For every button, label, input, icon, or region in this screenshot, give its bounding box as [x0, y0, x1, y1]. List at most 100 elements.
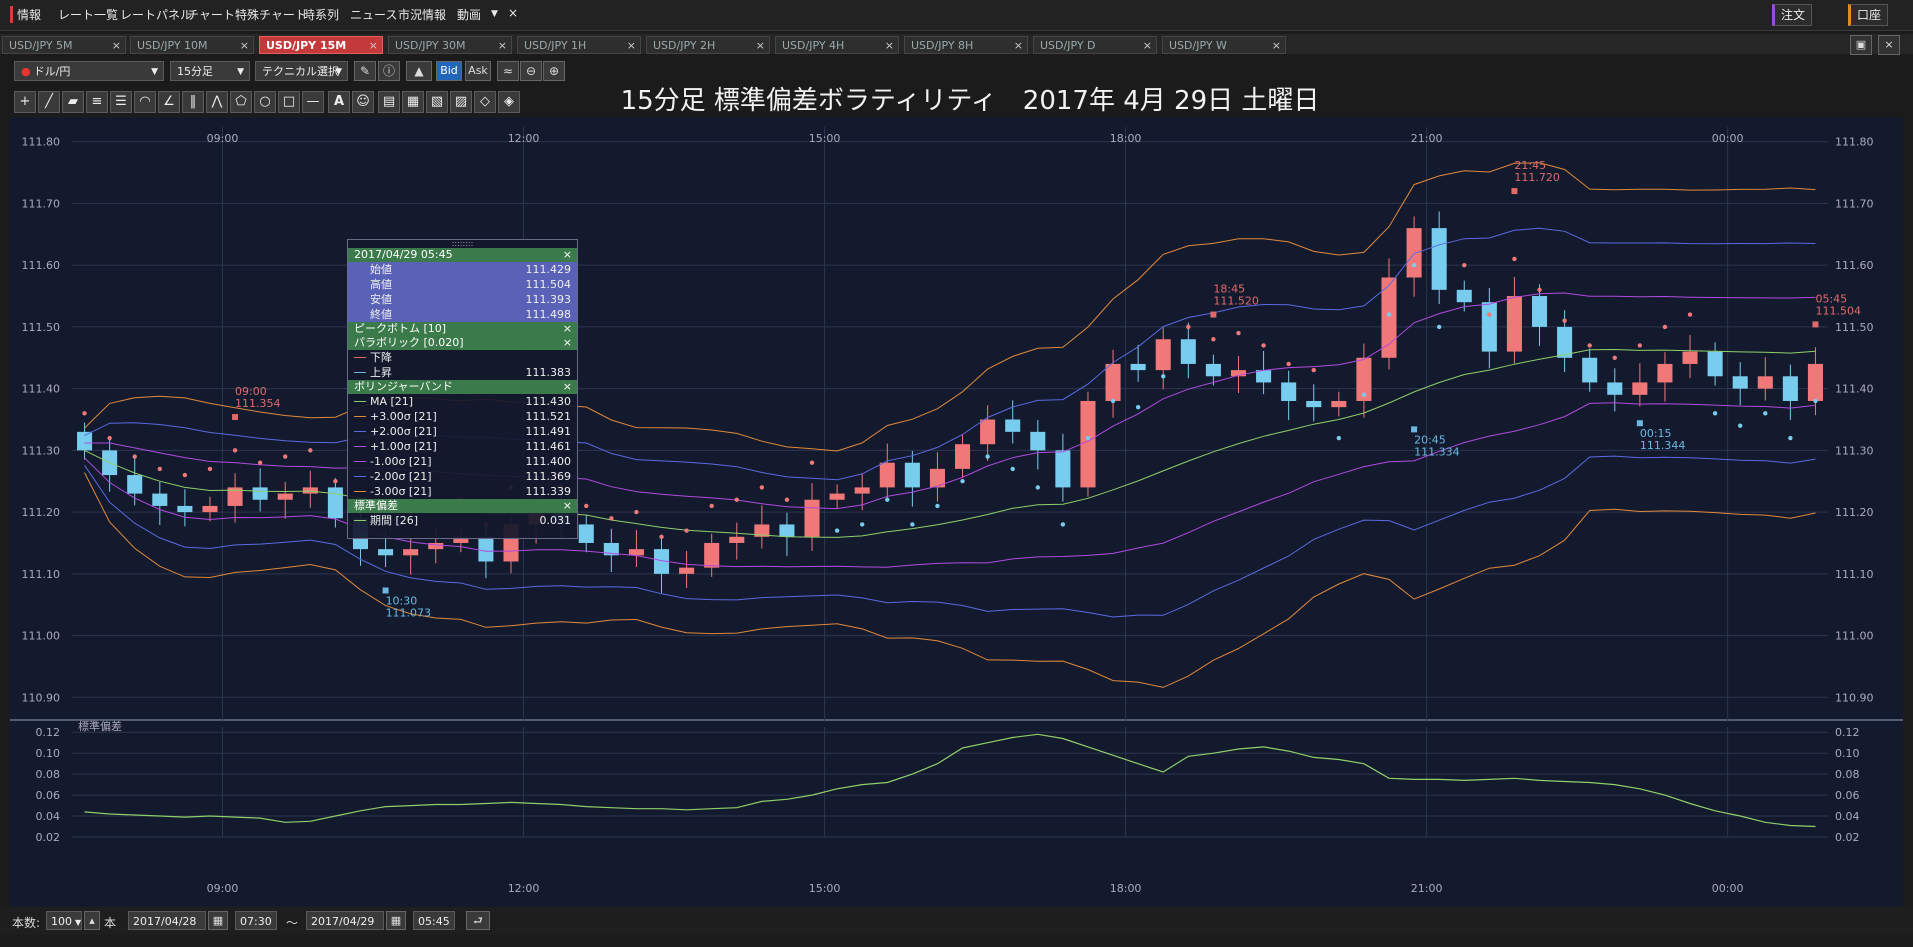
bid-button[interactable]: Bid	[436, 61, 462, 81]
menu-chart[interactable]: チャート	[187, 6, 235, 23]
chart-canvas[interactable]: 111.80 111.80 111.70 111.70 111.60 111.60 111.…	[10, 117, 1903, 907]
close-icon[interactable]: ×	[1272, 37, 1281, 55]
tab-30m[interactable]: USD/JPY 30M ×	[388, 36, 512, 54]
panel-grip-icon[interactable]: ::::::::	[348, 240, 577, 248]
tab-10m[interactable]: USD/JPY 10M ×	[130, 36, 254, 54]
band-ma	[84, 348, 1816, 538]
flag-icon: ●	[21, 65, 31, 78]
close-icon[interactable]: ×	[563, 499, 572, 513]
hline-icon[interactable]: —	[302, 91, 324, 113]
ask-button[interactable]: Ask	[465, 61, 491, 81]
psar-dot	[684, 528, 689, 533]
tab-d[interactable]: USD/JPY D ×	[1033, 36, 1157, 54]
menu-special-chart[interactable]: 特殊チャート	[235, 6, 307, 23]
tab-8h[interactable]: USD/JPY 8H ×	[904, 36, 1028, 54]
close-icon[interactable]: ×	[498, 37, 507, 55]
close-icon[interactable]: ×	[563, 336, 572, 350]
rectangle-icon[interactable]: □	[278, 91, 300, 113]
area-chart-icon[interactable]: ▲	[406, 61, 432, 81]
circle-icon[interactable]: ○	[254, 91, 276, 113]
menu-market-info[interactable]: 市況情報	[398, 6, 446, 23]
close-icon[interactable]: ×	[563, 248, 572, 262]
tab-5m[interactable]: USD/JPY 5M ×	[2, 36, 126, 54]
close-icon[interactable]: ×	[627, 37, 636, 55]
count-select[interactable]: 100 ▼	[46, 911, 82, 930]
indicator-info-panel[interactable]: :::::::: 2017/04/29 05:45 × 始値 111.429 高値 1…	[347, 239, 578, 539]
count-stepper-icon[interactable]: ▴	[84, 911, 100, 930]
delete-icon[interactable]: ▨	[450, 91, 472, 113]
calendar-icon[interactable]: ▦	[386, 911, 406, 930]
angle-icon[interactable]: ∠	[158, 91, 180, 113]
band-minus1	[84, 402, 1816, 568]
pentagon-icon[interactable]: ⬠	[230, 91, 252, 113]
info-icon[interactable]: ⓘ	[378, 61, 400, 81]
lines-icon[interactable]: ≡	[86, 91, 108, 113]
y-tick-label: 0.10	[36, 747, 61, 760]
to-date-field[interactable]: 2017/04/29	[306, 911, 384, 930]
crosshair-icon[interactable]: +	[14, 91, 36, 113]
close-icon[interactable]: ×	[563, 322, 572, 336]
copy-icon[interactable]: ▦	[402, 91, 424, 113]
eraser-all-icon[interactable]: ◈	[498, 91, 520, 113]
close-window-icon[interactable]: ×	[1878, 35, 1900, 55]
from-time-field[interactable]: 07:30	[235, 911, 277, 930]
close-icon[interactable]: ×	[756, 37, 765, 55]
close-icon[interactable]: ×	[563, 380, 572, 394]
menu-timeseries[interactable]: 時系列	[303, 6, 339, 23]
technical-select[interactable]: テクニカル選択 ▼	[255, 61, 348, 81]
close-icon[interactable]: ×	[369, 37, 378, 55]
close-icon[interactable]: ×	[240, 37, 249, 55]
trendline-icon[interactable]: ╱	[38, 91, 60, 113]
order-button[interactable]: 注文	[1772, 4, 1813, 26]
close-icon[interactable]: ×	[1014, 37, 1023, 55]
menu-close-icon[interactable]: ×	[508, 6, 518, 20]
cycle-icon[interactable]: ‖	[182, 91, 204, 113]
tab-w[interactable]: USD/JPY W ×	[1162, 36, 1286, 54]
menu-dropdown-icon[interactable]: ▼	[491, 9, 498, 19]
menu-rate-panel[interactable]: レートパネル	[120, 6, 192, 23]
close-icon[interactable]: ×	[885, 37, 894, 55]
tab-4h[interactable]: USD/JPY 4H ×	[775, 36, 899, 54]
zoom-in-icon[interactable]: ⊕	[543, 61, 565, 81]
candle-body	[1055, 450, 1071, 488]
tab-1h[interactable]: USD/JPY 1H ×	[517, 36, 641, 54]
fibonacci-icon[interactable]: ☰	[110, 91, 132, 113]
text-icon[interactable]: A	[328, 91, 350, 113]
emoji-icon[interactable]: ☺	[352, 91, 374, 113]
layer-icon[interactable]: ▤	[378, 91, 400, 113]
candle-body	[127, 475, 143, 494]
account-button[interactable]: 口座	[1848, 4, 1889, 26]
pitchfork-icon[interactable]: ⋀	[206, 91, 228, 113]
pair-select[interactable]: ● ドル/円 ▼	[14, 61, 164, 81]
maximize-icon[interactable]: ▣	[1850, 35, 1872, 55]
psar-dot	[1436, 324, 1442, 330]
zoom-out-icon[interactable]: ⊖	[520, 61, 542, 81]
calendar-icon[interactable]: ▦	[208, 911, 228, 930]
chart-area[interactable]: 111.80 111.80 111.70 111.70 111.60 111.60 111.…	[10, 117, 1903, 907]
bb-row: +1.00σ [21] 111.461	[348, 439, 577, 454]
close-icon[interactable]: ×	[1143, 37, 1152, 55]
eraser-icon[interactable]: ◇	[474, 91, 496, 113]
paste-icon[interactable]: ▧	[426, 91, 448, 113]
to-time-field[interactable]: 05:45	[413, 911, 455, 930]
timeframe-select[interactable]: 15分足 ▼	[170, 61, 250, 81]
pen-icon[interactable]: ✎	[354, 61, 376, 81]
menu-rate-list[interactable]: レート一覧	[58, 6, 118, 23]
y-tick-label: 0.08	[36, 768, 61, 781]
close-icon[interactable]: ×	[112, 37, 121, 55]
ruler-icon[interactable]: ▰	[62, 91, 84, 113]
peak-marker	[232, 414, 239, 421]
menu-video[interactable]: 動画	[457, 6, 481, 23]
x-tick-label-top: 12:00	[508, 132, 540, 145]
y-tick-label: 111.70	[22, 197, 61, 210]
fan-icon[interactable]: ◠	[134, 91, 156, 113]
from-date-field[interactable]: 2017/04/28	[128, 911, 206, 930]
menu-news[interactable]: ニュース	[350, 6, 397, 23]
tab-2h[interactable]: USD/JPY 2H ×	[646, 36, 770, 54]
x-tick-label-bottom: 00:00	[1712, 882, 1744, 895]
tab-15m[interactable]: USD/JPY 15M ×	[259, 36, 383, 54]
stddev-panel-title: 標準偏差	[78, 719, 122, 733]
apply-return-icon[interactable]: ⮐	[466, 911, 490, 930]
menu-info[interactable]: 情報	[10, 6, 41, 23]
mode-icon[interactable]: ≈	[497, 61, 519, 81]
